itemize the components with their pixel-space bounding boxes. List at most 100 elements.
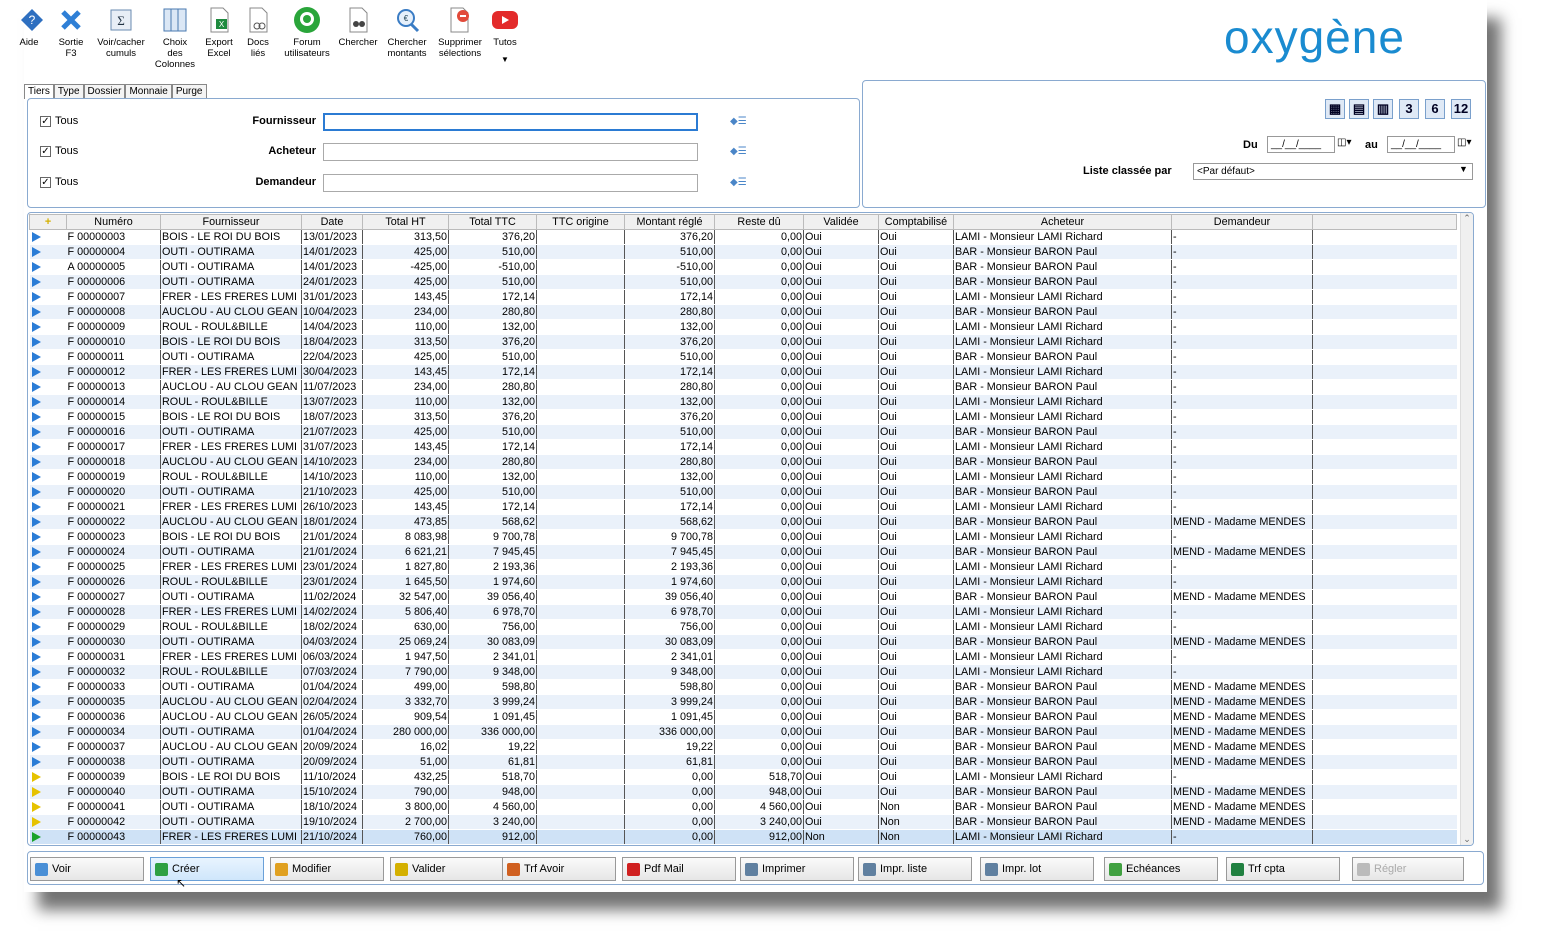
table-row[interactable]: F 00000021 FRER - LES FRERES LUMI 26/10/20…	[29, 499, 1457, 515]
table-row[interactable]: F 00000007 FRER - LES FRERES LUMI 31/01/20…	[29, 289, 1457, 305]
table-row[interactable]: F 00000003 BOIS - LE ROI DU BOIS 13/01/202…	[29, 229, 1457, 245]
chevron-down-icon[interactable]: ▼	[1459, 164, 1468, 174]
table-row[interactable]: F 00000026 ROUL - ROUL&BILLE 23/01/2024 1 6…	[29, 574, 1457, 590]
scroll-up-icon[interactable]: ⌃	[1461, 213, 1473, 224]
period-6-button[interactable]: 6	[1425, 99, 1445, 119]
ech-ances-button[interactable]: Echéances	[1104, 857, 1218, 881]
col-fournisseur[interactable]: Fournisseur	[160, 214, 302, 230]
table-row[interactable]: F 00000017 FRER - LES FRERES LUMI 31/07/20…	[29, 439, 1457, 455]
sort-select[interactable]: <Par défaut>	[1193, 163, 1473, 180]
table-row[interactable]: F 00000039 BOIS - LE ROI DU BOIS 11/10/202…	[29, 769, 1457, 785]
table-row[interactable]: F 00000034 OUTI - OUTIRAMA 01/04/2024 280 0…	[29, 724, 1457, 740]
trf-avoir-button[interactable]: Trf Avoir	[502, 857, 616, 881]
acheteur-input[interactable]	[323, 143, 698, 161]
table-row[interactable]: F 00000043 FRER - LES FRERES LUMI 21/10/20…	[29, 829, 1457, 844]
scroll-down-icon[interactable]: ⌄	[1461, 834, 1473, 845]
table-row[interactable]: F 00000037 AUCLOU - AU CLOU GEAN 20/09/202…	[29, 739, 1457, 755]
fournisseur-picker-icon[interactable]: ◆☰	[730, 116, 748, 128]
forum-button[interactable]: Forum utilisateurs	[280, 6, 334, 59]
table-row[interactable]: F 00000031 FRER - LES FRERES LUMI 06/03/20…	[29, 649, 1457, 665]
calendar-dropdown-icon[interactable]: ◫▾	[1457, 137, 1471, 148]
table-row[interactable]: F 00000016 OUTI - OUTIRAMA 21/07/2023 425,0…	[29, 424, 1457, 440]
table-row[interactable]: F 00000019 ROUL - ROUL&BILLE 14/10/2023 110…	[29, 469, 1457, 485]
acheteur-all-checkbox[interactable]: ✓ Tous	[40, 145, 78, 157]
col-total-ttc[interactable]: Total TTC	[448, 214, 537, 230]
calendar-dropdown-icon[interactable]: ◫▾	[1337, 137, 1351, 148]
trf-cpta-button[interactable]: Trf cpta	[1226, 857, 1340, 881]
tab-tiers[interactable]: Tiers	[24, 84, 54, 99]
voir-button[interactable]: Voir	[30, 857, 144, 881]
col-acheteur[interactable]: Acheteur	[953, 214, 1172, 230]
acheteur-picker-icon[interactable]: ◆☰	[730, 146, 748, 158]
col-validee[interactable]: Validée	[803, 214, 879, 230]
table-row[interactable]: F 00000042 OUTI - OUTIRAMA 19/10/2024 2 700…	[29, 814, 1457, 830]
date-from-input[interactable]: __/__/____	[1267, 136, 1335, 153]
period-12-button[interactable]: 12	[1451, 99, 1471, 119]
table-row[interactable]: F 00000012 FRER - LES FRERES LUMI 30/04/20…	[29, 364, 1457, 380]
table-row[interactable]: F 00000024 OUTI - OUTIRAMA 21/01/2024 6 621…	[29, 544, 1457, 560]
toggle-cumuls-button[interactable]: Σ Voir/cacher cumuls	[94, 6, 148, 59]
tab-type[interactable]: Type	[53, 84, 84, 99]
r-gler-button[interactable]: Régler	[1352, 857, 1464, 881]
tutorials-button[interactable]: Tutos ▼	[488, 6, 522, 65]
impr-lot-button[interactable]: Impr. lot	[980, 857, 1094, 881]
col-montant-regle[interactable]: Montant réglé	[624, 214, 715, 230]
table-row[interactable]: F 00000004 OUTI - OUTIRAMA 14/01/2023 425,0…	[29, 244, 1457, 260]
table-row[interactable]: F 00000013 AUCLOU - AU CLOU GEAN 11/07/202…	[29, 379, 1457, 395]
table-row[interactable]: F 00000033 OUTI - OUTIRAMA 01/04/2024 499,0…	[29, 679, 1457, 695]
table-row[interactable]: F 00000009 ROUL - ROUL&BILLE 14/04/2023 110…	[29, 319, 1457, 335]
table-row[interactable]: F 00000008 AUCLOU - AU CLOU GEAN 10/04/202…	[29, 304, 1457, 320]
date-to-input[interactable]: __/__/____	[1387, 136, 1455, 153]
table-row[interactable]: F 00000011 OUTI - OUTIRAMA 22/04/2023 425,0…	[29, 349, 1457, 365]
table-row[interactable]: F 00000035 AUCLOU - AU CLOU GEAN 02/04/202…	[29, 694, 1457, 710]
col-demandeur[interactable]: Demandeur	[1171, 214, 1313, 230]
table-row[interactable]: F 00000029 ROUL - ROUL&BILLE 18/02/2024 630…	[29, 619, 1457, 635]
col-date[interactable]: Date	[301, 214, 363, 230]
tab-monnaie[interactable]: Monnaie	[125, 84, 172, 99]
tab-dossier[interactable]: Dossier	[83, 84, 126, 99]
table-row[interactable]: F 00000015 BOIS - LE ROI DU BOIS 18/07/202…	[29, 409, 1457, 425]
col-ttc-origine[interactable]: TTC origine	[536, 214, 625, 230]
table-row[interactable]: F 00000022 AUCLOU - AU CLOU GEAN 18/01/202…	[29, 514, 1457, 530]
search-button[interactable]: Chercher	[336, 6, 380, 48]
linked-docs-button[interactable]: Docs liés	[242, 6, 274, 59]
impr-liste-button[interactable]: Impr. liste	[858, 857, 972, 881]
fournisseur-all-checkbox[interactable]: ✓ Tous	[40, 115, 78, 127]
vertical-scrollbar[interactable]: ⌃ ⌄	[1460, 213, 1473, 845]
table-row[interactable]: F 00000027 OUTI - OUTIRAMA 11/02/2024 32 54…	[29, 589, 1457, 605]
col-comptabilise[interactable]: Comptabilisé	[878, 214, 954, 230]
col-numero[interactable]: Numéro	[66, 214, 161, 230]
delete-selections-button[interactable]: Supprimer sélections	[434, 6, 486, 59]
table-row[interactable]: F 00000040 OUTI - OUTIRAMA 15/10/2024 790,0…	[29, 784, 1457, 800]
search-amounts-button[interactable]: € Chercher montants	[384, 6, 430, 59]
pdf-mail-button[interactable]: Pdf Mail	[622, 857, 736, 881]
table-row[interactable]: F 00000023 BOIS - LE ROI DU BOIS 21/01/202…	[29, 529, 1457, 545]
fournisseur-input[interactable]	[323, 113, 698, 131]
tab-purge[interactable]: Purge	[171, 84, 207, 99]
view-grid-2-icon[interactable]: ▤	[1349, 99, 1369, 119]
chevron-down-icon[interactable]: ▼	[488, 54, 522, 65]
imprimer-button[interactable]: Imprimer	[740, 857, 854, 881]
table-row[interactable]: A 00000005 OUTI - OUTIRAMA 14/01/2023 -425,…	[29, 259, 1457, 275]
table-row[interactable]: F 00000030 OUTI - OUTIRAMA 04/03/2024 25 06…	[29, 634, 1457, 650]
demandeur-picker-icon[interactable]: ◆☰	[730, 177, 748, 189]
table-row[interactable]: F 00000032 ROUL - ROUL&BILLE 07/03/2024 7 7…	[29, 664, 1457, 680]
table-row[interactable]: F 00000020 OUTI - OUTIRAMA 21/10/2023 425,0…	[29, 484, 1457, 500]
view-grid-1-icon[interactable]: ▦	[1325, 99, 1345, 119]
columns-button[interactable]: Choix des Colonnes	[152, 6, 198, 70]
period-3-button[interactable]: 3	[1399, 99, 1419, 119]
view-grid-3-icon[interactable]: ▥	[1373, 99, 1393, 119]
table-row[interactable]: F 00000036 AUCLOU - AU CLOU GEAN 26/05/202…	[29, 709, 1457, 725]
modifier-button[interactable]: Modifier	[270, 857, 384, 881]
table-row[interactable]: F 00000010 BOIS - LE ROI DU BOIS 18/04/202…	[29, 334, 1457, 350]
table-row[interactable]: F 00000018 AUCLOU - AU CLOU GEAN 14/10/202…	[29, 454, 1457, 470]
export-excel-button[interactable]: X Export Excel	[202, 6, 236, 59]
demandeur-all-checkbox[interactable]: ✓ Tous	[40, 176, 78, 188]
table-row[interactable]: F 00000028 FRER - LES FRERES LUMI 14/02/20…	[29, 604, 1457, 620]
table-row[interactable]: F 00000006 OUTI - OUTIRAMA 24/01/2023 425,0…	[29, 274, 1457, 290]
help-button[interactable]: ? Aide	[18, 6, 43, 48]
add-row-icon[interactable]: +	[29, 214, 67, 230]
cr-er-button[interactable]: Créer	[150, 857, 264, 881]
col-reste-du[interactable]: Reste dû	[714, 214, 804, 230]
table-row[interactable]: F 00000025 FRER - LES FRERES LUMI 23/01/20…	[29, 559, 1457, 575]
